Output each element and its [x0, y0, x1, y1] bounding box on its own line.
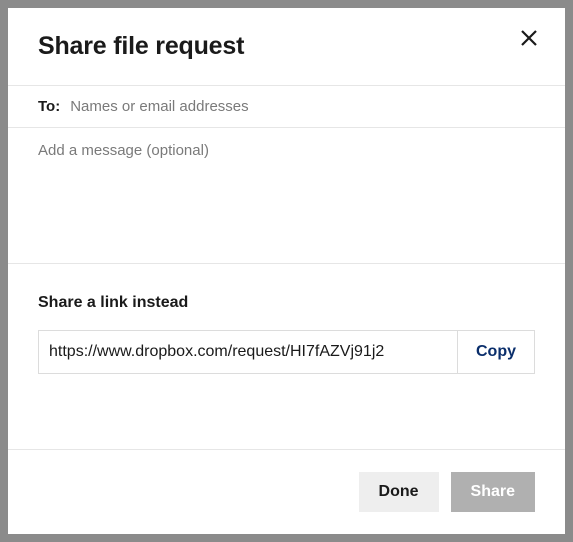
- to-label: To:: [38, 98, 60, 115]
- dialog-header: Share file request: [8, 8, 565, 85]
- dialog-footer: Done Share: [8, 449, 565, 534]
- close-icon: [519, 28, 539, 48]
- message-input[interactable]: [38, 142, 535, 249]
- dialog-title: Share file request: [38, 32, 244, 61]
- copy-link-button[interactable]: Copy: [457, 331, 534, 373]
- to-row: To:: [8, 86, 565, 127]
- done-button[interactable]: Done: [359, 472, 439, 512]
- share-link-input[interactable]: [39, 331, 457, 373]
- share-file-request-dialog: Share file request To: Share a link inst…: [8, 8, 565, 534]
- share-link-section: Share a link instead Copy: [8, 264, 565, 404]
- share-button[interactable]: Share: [451, 472, 535, 512]
- share-link-heading: Share a link instead: [38, 294, 535, 312]
- message-area: [8, 128, 565, 263]
- close-button[interactable]: [519, 28, 539, 48]
- share-link-row: Copy: [38, 330, 535, 374]
- to-input[interactable]: [70, 98, 535, 115]
